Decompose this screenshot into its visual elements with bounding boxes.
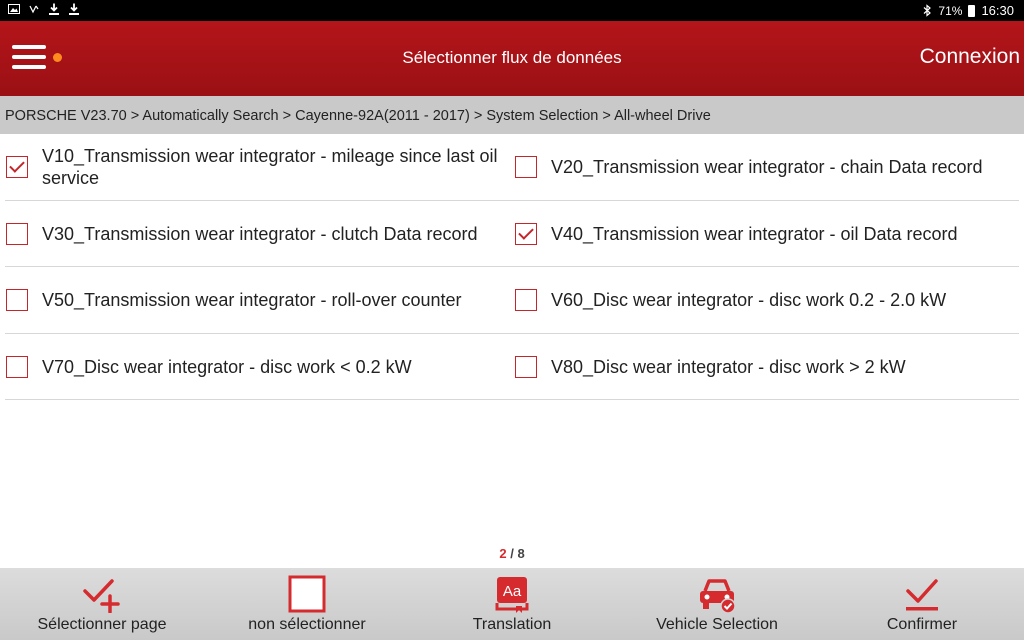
current-page: 2 — [499, 546, 507, 561]
vehicle-selection-label: Vehicle Selection — [656, 616, 778, 633]
list-row: V30_Transmission wear integrator - clutc… — [5, 201, 1019, 267]
list-item[interactable]: V50_Transmission wear integrator - roll-… — [5, 267, 510, 333]
checkbox[interactable] — [515, 289, 537, 311]
checkbox[interactable] — [6, 222, 28, 245]
list-item[interactable]: V30_Transmission wear integrator - clutc… — [5, 201, 510, 267]
item-label: V70_Disc wear integrator - disc work < 0… — [42, 356, 412, 377]
breadcrumb: PORSCHE V23.70 > Automatically Search > … — [0, 96, 1024, 134]
checkbox[interactable] — [6, 289, 28, 311]
checkbox[interactable] — [6, 355, 28, 378]
translation-icon: Aa — [495, 577, 529, 613]
bottom-toolbar: Sélectionner page non sélectionner Aa Tr… — [0, 568, 1024, 640]
battery-icon — [968, 4, 976, 17]
list-item[interactable]: V20_Transmission wear integrator - chain… — [514, 134, 1019, 200]
app-header: Sélectionner flux de données Connexion — [0, 21, 1024, 96]
gallery-icon — [8, 4, 20, 14]
confirm-check-icon — [906, 579, 938, 611]
car-check-icon — [700, 579, 736, 613]
select-page-button[interactable]: Sélectionner page — [2, 568, 202, 640]
checkbox[interactable] — [515, 355, 537, 378]
data-stream-list: V10_Transmission wear integrator - milea… — [5, 134, 1019, 400]
status-bar: 71% 16:30 — [0, 0, 1024, 21]
page-separator: / — [510, 546, 514, 561]
confirm-button[interactable]: Confirmer — [822, 568, 1022, 640]
connect-button[interactable]: Connexion — [920, 45, 1020, 69]
page-indicator: 2 / 8 — [0, 546, 1024, 561]
item-label: V60_Disc wear integrator - disc work 0.2… — [551, 290, 947, 310]
download-icon — [49, 3, 59, 15]
list-row: V50_Transmission wear integrator - roll-… — [5, 267, 1019, 334]
deselect-button[interactable]: non sélectionner — [207, 568, 407, 640]
deselect-label: non sélectionner — [248, 616, 366, 633]
list-item[interactable]: V80_Disc wear integrator - disc work > 2… — [514, 334, 1019, 400]
check-plus-icon — [83, 579, 120, 613]
item-label: V80_Disc wear integrator - disc work > 2… — [551, 356, 906, 377]
list-item[interactable]: V40_Transmission wear integrator - oil D… — [514, 201, 1019, 267]
page-title: Sélectionner flux de données — [402, 48, 622, 67]
select-page-label: Sélectionner page — [37, 616, 167, 633]
item-label: V50_Transmission wear integrator - roll-… — [42, 290, 462, 310]
translation-label: Translation — [472, 616, 552, 633]
download-icon — [69, 3, 79, 15]
item-label: V10_Transmission wear integrator - milea… — [42, 146, 498, 188]
total-pages: 8 — [517, 546, 525, 561]
translation-icon-text: Aa — [503, 583, 522, 600]
checkbox[interactable] — [515, 156, 537, 178]
list-item[interactable]: V70_Disc wear integrator - disc work < 0… — [5, 334, 510, 400]
list-row: V10_Transmission wear integrator - milea… — [5, 134, 1019, 201]
list-item[interactable]: V60_Disc wear integrator - disc work 0.2… — [514, 267, 1019, 333]
clock: 16:30 — [981, 3, 1014, 18]
translation-button[interactable]: Aa Translation — [412, 568, 612, 640]
item-label: V40_Transmission wear integrator - oil D… — [551, 223, 958, 244]
empty-checkbox-icon — [288, 575, 326, 613]
checkbox-checked[interactable] — [515, 222, 537, 245]
item-label: V20_Transmission wear integrator - chain… — [551, 157, 983, 177]
item-label: V30_Transmission wear integrator - clutc… — [42, 223, 478, 244]
bluetooth-icon — [924, 4, 932, 17]
vehicle-selection-button[interactable]: Vehicle Selection — [617, 568, 817, 640]
confirm-label: Confirmer — [886, 616, 958, 633]
usb-debug-icon — [29, 5, 39, 14]
list-item[interactable]: V10_Transmission wear integrator - milea… — [5, 134, 510, 200]
battery-percent: 71% — [938, 3, 963, 18]
list-row: V70_Disc wear integrator - disc work < 0… — [5, 334, 1019, 400]
checkbox-checked[interactable] — [6, 156, 28, 178]
